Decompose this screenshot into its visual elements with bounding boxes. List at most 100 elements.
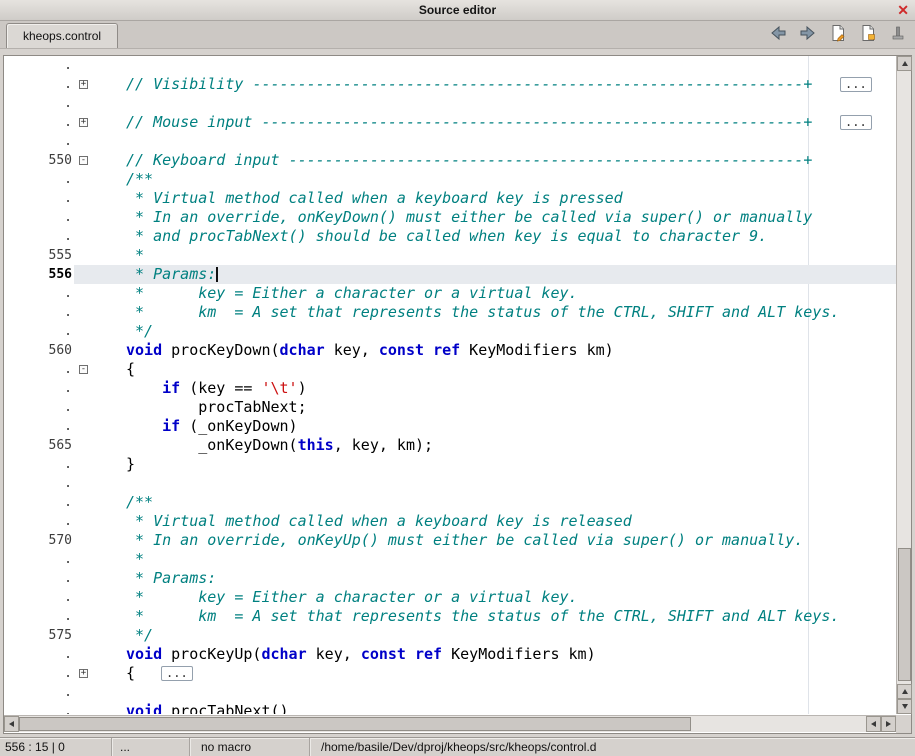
code-line[interactable]: . * key = Either a character or a virtua… xyxy=(4,588,896,607)
folded-code-indicator[interactable]: ... xyxy=(840,77,872,92)
code-line[interactable]: ./** xyxy=(4,493,896,512)
code-line[interactable]: .+// Visibility ------------------------… xyxy=(4,75,896,94)
code-text: if (key == '\t') xyxy=(100,379,896,398)
caret-position-panel: 556 : 15 | 0 xyxy=(0,738,112,756)
code-line[interactable]: 556 * Params: xyxy=(4,265,896,284)
hscroll-thumb[interactable] xyxy=(19,717,691,731)
code-line[interactable]: 550-// Keyboard input ------------------… xyxy=(4,151,896,170)
scroll-down-button[interactable] xyxy=(897,699,912,714)
fold-expand-icon[interactable]: + xyxy=(79,80,88,89)
scroll-left-button-secondary[interactable] xyxy=(866,716,881,732)
file-path: /home/basile/Dev/dproj/kheops/src/kheops… xyxy=(321,740,596,754)
document-edit-icon xyxy=(859,24,877,47)
code-line[interactable]: . * Virtual method called when a keyboar… xyxy=(4,189,896,208)
code-line[interactable]: . * km = A set that represents the statu… xyxy=(4,607,896,626)
code-line[interactable]: 565 _onKeyDown(this, key, km); xyxy=(4,436,896,455)
close-button[interactable]: ✕ xyxy=(897,1,909,19)
editor-frame: ..+// Visibility -----------------------… xyxy=(3,55,912,734)
code-line[interactable]: . procTabNext; xyxy=(4,398,896,417)
code-line[interactable]: . * xyxy=(4,550,896,569)
code-line[interactable]: . xyxy=(4,474,896,493)
line-marker-dot: . xyxy=(4,645,74,664)
fold-gutter xyxy=(74,322,100,341)
folded-code-indicator[interactable]: ... xyxy=(840,115,872,130)
fold-collapse-icon[interactable]: - xyxy=(79,365,88,374)
code-token: ----------------------------------------… xyxy=(289,151,804,169)
fold-gutter xyxy=(74,588,100,607)
fold-gutter xyxy=(74,341,100,360)
code-line[interactable]: . */ xyxy=(4,322,896,341)
fold-collapse-icon[interactable]: - xyxy=(79,156,88,165)
code-line[interactable]: .-{ xyxy=(4,360,896,379)
code-line[interactable]: 570 * In an override, onKeyUp() must eit… xyxy=(4,531,896,550)
code-token: this xyxy=(298,436,334,454)
arrow-up-icon xyxy=(902,689,908,694)
title-bar[interactable]: Source editor ✕ xyxy=(0,0,915,21)
detach-button[interactable] xyxy=(888,26,907,45)
vertical-scrollbar[interactable] xyxy=(896,56,911,714)
code-line[interactable]: 555 * xyxy=(4,246,896,265)
code-line[interactable]: 560void procKeyDown(dchar key, const ref… xyxy=(4,341,896,360)
code-token: void xyxy=(126,645,162,663)
code-line[interactable]: .void procTabNext() xyxy=(4,702,896,714)
tab-kheops-control[interactable]: kheops.control xyxy=(6,23,118,48)
scroll-left-button[interactable] xyxy=(4,716,19,732)
arrow-down-icon xyxy=(902,704,908,709)
back-button[interactable] xyxy=(768,26,787,45)
code-token: const xyxy=(361,645,406,663)
code-line[interactable]: . * Virtual method called when a keyboar… xyxy=(4,512,896,531)
code-text: void procKeyUp(dchar key, const ref KeyM… xyxy=(100,645,896,664)
code-line[interactable]: . * Params: xyxy=(4,569,896,588)
code-area[interactable]: ..+// Visibility -----------------------… xyxy=(4,56,896,714)
code-text: * Params: xyxy=(100,569,896,588)
code-line[interactable]: ./** xyxy=(4,170,896,189)
code-line[interactable]: . * km = A set that represents the statu… xyxy=(4,303,896,322)
scroll-up-button-secondary[interactable] xyxy=(897,684,912,699)
code-line[interactable]: . if (_onKeyDown) xyxy=(4,417,896,436)
code-line[interactable]: .} xyxy=(4,455,896,474)
folded-code-indicator[interactable]: ... xyxy=(161,666,193,681)
code-line[interactable]: . * and procTabNext() should be called w… xyxy=(4,227,896,246)
fold-gutter xyxy=(74,607,100,626)
code-line[interactable]: . xyxy=(4,56,896,75)
code-line[interactable]: . xyxy=(4,132,896,151)
scroll-right-button[interactable] xyxy=(881,716,896,732)
code-text: * km = A set that represents the status … xyxy=(100,607,896,626)
fold-gutter xyxy=(74,398,100,417)
edit-document-button[interactable] xyxy=(858,26,877,45)
code-line[interactable]: 575 */ xyxy=(4,626,896,645)
code-token xyxy=(126,379,162,397)
code-line[interactable]: . * key = Either a character or a virtua… xyxy=(4,284,896,303)
code-token: + xyxy=(803,151,812,169)
arrow-up-icon xyxy=(902,61,908,66)
line-marker-dot: . xyxy=(4,512,74,531)
code-line[interactable]: . if (key == '\t') xyxy=(4,379,896,398)
code-line[interactable]: . * In an override, onKeyDown() must eit… xyxy=(4,208,896,227)
code-line[interactable]: .+// Mouse input -----------------------… xyxy=(4,113,896,132)
code-token xyxy=(126,417,162,435)
code-token: if xyxy=(162,417,180,435)
code-line[interactable]: . void procKeyUp(dchar key, const ref Key… xyxy=(4,645,896,664)
fold-gutter xyxy=(74,645,100,664)
code-text: */ xyxy=(100,626,896,645)
line-number: 570 xyxy=(4,531,74,550)
horizontal-scrollbar[interactable] xyxy=(4,715,896,732)
vscroll-thumb[interactable] xyxy=(898,548,911,681)
code-text: // Visibility --------------------------… xyxy=(100,75,896,94)
code-text: // Mouse input -------------------------… xyxy=(100,113,896,132)
save-document-button[interactable] xyxy=(828,26,847,45)
scroll-up-button[interactable] xyxy=(897,56,912,71)
forward-button[interactable] xyxy=(798,26,817,45)
code-text: * Virtual method called when a keyboard … xyxy=(100,189,896,208)
code-text: * Params: xyxy=(100,265,896,284)
code-line[interactable]: . xyxy=(4,683,896,702)
code-line[interactable]: . xyxy=(4,94,896,113)
code-line[interactable]: .+{... xyxy=(4,664,896,683)
code-text xyxy=(100,56,896,75)
fold-expand-icon[interactable]: + xyxy=(79,669,88,678)
fold-gutter xyxy=(74,265,100,284)
line-marker-dot: . xyxy=(4,284,74,303)
status-extra-panel: ... xyxy=(112,738,190,756)
fold-expand-icon[interactable]: + xyxy=(79,118,88,127)
line-number: 575 xyxy=(4,626,74,645)
